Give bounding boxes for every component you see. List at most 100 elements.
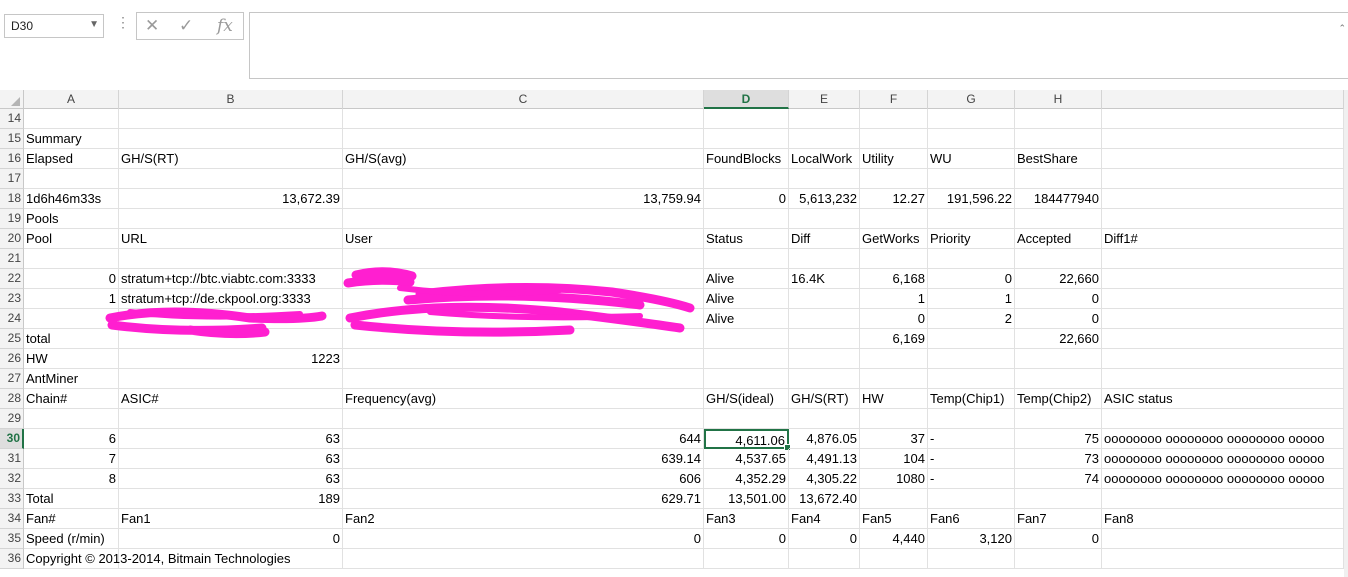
cell[interactable]: 1d6h46m33s [24, 189, 119, 209]
cell[interactable]: ASIC status [1102, 389, 1344, 409]
expand-formula-icon[interactable]: ⌃ [1338, 23, 1346, 34]
cell[interactable]: oooooooo oooooooo oooooooo ooooo [1102, 429, 1344, 449]
cell[interactable]: 184477940 [1015, 189, 1102, 209]
cell[interactable]: 4,352.29 [704, 469, 789, 489]
cell[interactable] [119, 549, 343, 569]
cell[interactable] [789, 289, 860, 309]
cell[interactable]: User [343, 229, 704, 249]
vertical-scrollbar[interactable] [1344, 90, 1348, 577]
cell[interactable]: 7 [24, 449, 119, 469]
cell[interactable] [343, 549, 704, 569]
cell[interactable] [119, 329, 343, 349]
cell[interactable] [343, 269, 704, 289]
cell[interactable]: Alive [704, 269, 789, 289]
cell[interactable] [343, 309, 704, 329]
cell[interactable]: 3,120 [928, 529, 1015, 549]
cell[interactable]: BestShare [1015, 149, 1102, 169]
cell[interactable] [119, 129, 343, 149]
cell[interactable] [1102, 329, 1344, 349]
cell[interactable] [789, 549, 860, 569]
cell[interactable]: 644 [343, 429, 704, 449]
cell[interactable] [343, 249, 704, 269]
cell[interactable]: Pools [24, 209, 119, 229]
cell[interactable]: Temp(Chip1) [928, 389, 1015, 409]
cell[interactable] [704, 209, 789, 229]
column-header-extra[interactable] [1102, 90, 1344, 109]
cell[interactable]: Fan1 [119, 509, 343, 529]
cell[interactable]: Frequency(avg) [343, 389, 704, 409]
cell[interactable]: 13,759.94 [343, 189, 704, 209]
cell[interactable] [343, 409, 704, 429]
row-header[interactable]: 14 [0, 109, 24, 129]
cell[interactable]: WU [928, 149, 1015, 169]
cell[interactable] [928, 349, 1015, 369]
cell[interactable]: Diff1# [1102, 229, 1344, 249]
cell[interactable]: total [24, 329, 119, 349]
cell[interactable] [1102, 169, 1344, 189]
cell[interactable]: GH/S(avg) [343, 149, 704, 169]
cell[interactable]: HW [24, 349, 119, 369]
cell[interactable]: Diff [789, 229, 860, 249]
cell[interactable] [789, 109, 860, 129]
row-header[interactable]: 27 [0, 369, 24, 389]
cell[interactable] [928, 409, 1015, 429]
cell[interactable]: 2 [928, 309, 1015, 329]
cell[interactable]: 8 [24, 469, 119, 489]
fx-icon[interactable]: fx [217, 16, 233, 36]
cell[interactable] [1102, 529, 1344, 549]
cell[interactable] [928, 369, 1015, 389]
cell[interactable] [860, 549, 928, 569]
column-header-g[interactable]: G [928, 90, 1015, 109]
cell[interactable]: Fan6 [928, 509, 1015, 529]
cell[interactable] [789, 309, 860, 329]
cell[interactable] [928, 109, 1015, 129]
cell[interactable]: 75 [1015, 429, 1102, 449]
cell[interactable]: 4,876.05 [789, 429, 860, 449]
cell[interactable]: 0 [343, 529, 704, 549]
cell[interactable]: 0 [1015, 529, 1102, 549]
cell[interactable] [704, 129, 789, 149]
cell[interactable] [928, 489, 1015, 509]
cell[interactable] [1102, 349, 1344, 369]
row-header[interactable]: 31 [0, 449, 24, 469]
cell[interactable]: 74 [1015, 469, 1102, 489]
cell[interactable]: 1080 [860, 469, 928, 489]
cell[interactable] [343, 369, 704, 389]
column-header-b[interactable]: B [119, 90, 343, 109]
cell[interactable] [928, 129, 1015, 149]
cell[interactable]: 13,501.00 [704, 489, 789, 509]
cell[interactable] [119, 309, 343, 329]
cell[interactable] [789, 129, 860, 149]
cell[interactable] [1102, 409, 1344, 429]
row-header[interactable]: 35 [0, 529, 24, 549]
cell[interactable]: Fan7 [1015, 509, 1102, 529]
cell[interactable] [1102, 269, 1344, 289]
cell[interactable]: Chain# [24, 389, 119, 409]
column-header-f[interactable]: F [860, 90, 928, 109]
cell[interactable] [789, 409, 860, 429]
cell[interactable] [24, 309, 119, 329]
cell[interactable] [789, 329, 860, 349]
row-header[interactable]: 28 [0, 389, 24, 409]
cell[interactable] [704, 409, 789, 429]
cell[interactable]: - [928, 469, 1015, 489]
cell[interactable] [343, 329, 704, 349]
cell[interactable]: 0 [24, 269, 119, 289]
drag-handle-icon[interactable]: ⋮ [116, 14, 130, 31]
cell[interactable] [343, 109, 704, 129]
cell[interactable]: 0 [928, 269, 1015, 289]
cell[interactable] [789, 169, 860, 189]
cell[interactable]: Accepted [1015, 229, 1102, 249]
cell[interactable]: HW [860, 389, 928, 409]
cell[interactable] [704, 349, 789, 369]
cell[interactable] [119, 209, 343, 229]
cell[interactable]: Fan5 [860, 509, 928, 529]
cell[interactable]: 73 [1015, 449, 1102, 469]
row-header[interactable]: 32 [0, 469, 24, 489]
cell[interactable]: Status [704, 229, 789, 249]
row-header[interactable]: 19 [0, 209, 24, 229]
cell[interactable]: 13,672.39 [119, 189, 343, 209]
cell[interactable]: URL [119, 229, 343, 249]
cell[interactable]: Fan4 [789, 509, 860, 529]
cell[interactable] [1015, 349, 1102, 369]
